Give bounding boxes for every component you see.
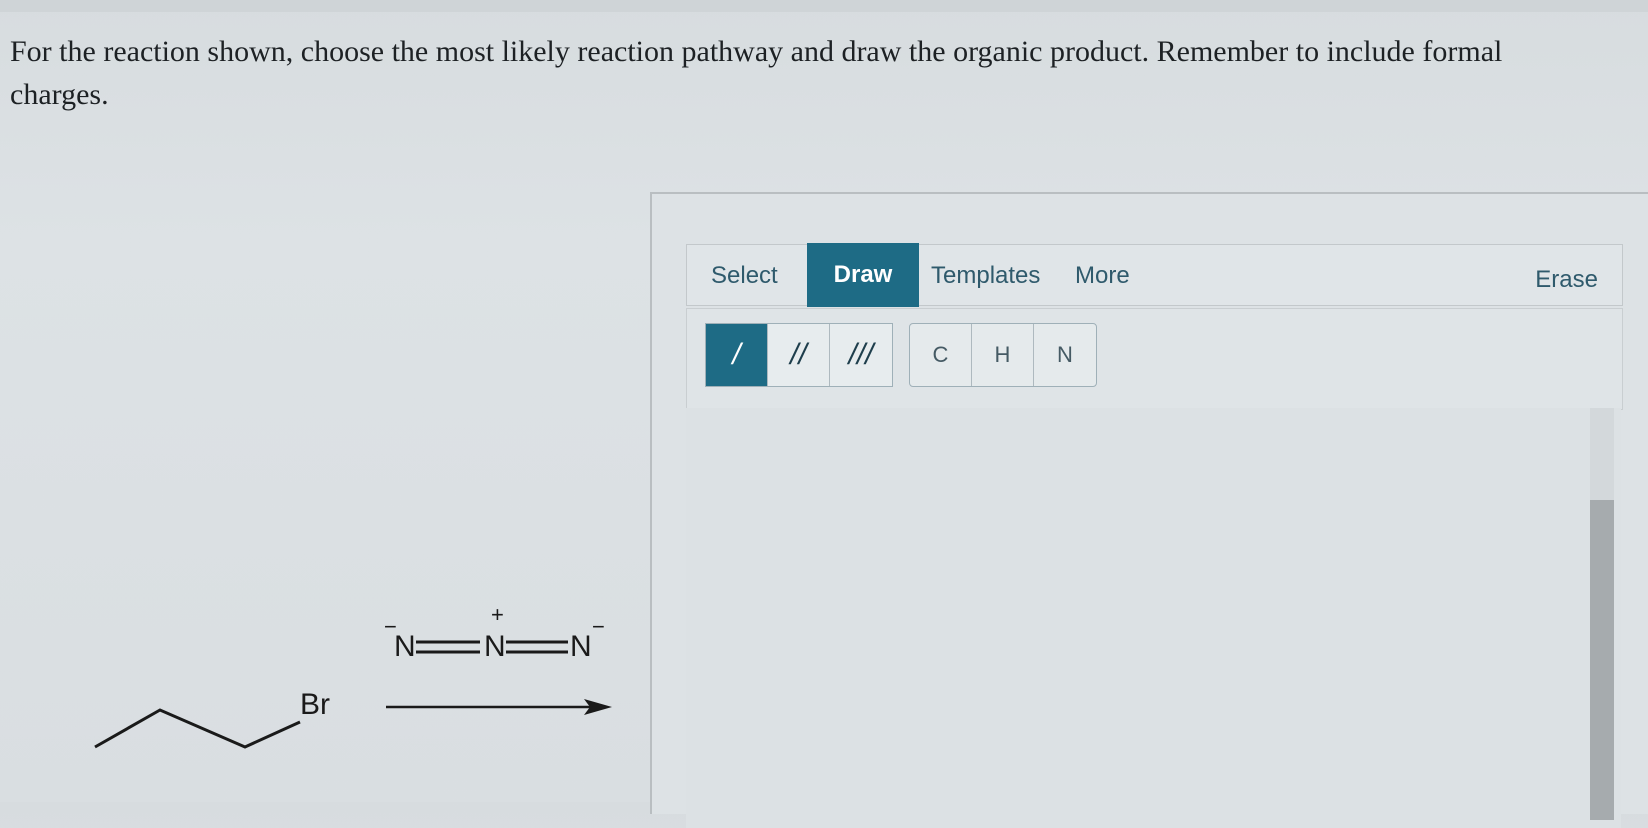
- drawing-widget: Select Draw Templates More Erase / // //…: [650, 192, 1648, 828]
- single-bond-button[interactable]: /: [706, 324, 768, 386]
- atom-n-button[interactable]: N: [1034, 324, 1096, 386]
- substrate-chain: [94, 708, 301, 749]
- triple-bond-button[interactable]: ///: [830, 324, 892, 386]
- drawing-toolbar: Select Draw Templates More Erase: [686, 243, 1623, 307]
- tab-more[interactable]: More: [1075, 245, 1130, 307]
- azide-center-charge: +: [491, 602, 504, 627]
- reaction-svg: Br N − N + N −: [94, 602, 612, 749]
- reaction-scheme: Br N − N + N −: [0, 600, 650, 802]
- tab-templates[interactable]: Templates: [931, 245, 1040, 307]
- substrate-br-label: Br: [300, 688, 330, 721]
- azide-left-n: N: [394, 630, 416, 663]
- double-bond-button[interactable]: //: [768, 324, 830, 386]
- tab-select[interactable]: Select: [711, 245, 778, 307]
- azide-left-charge: −: [384, 614, 397, 639]
- tab-draw[interactable]: Draw: [807, 243, 919, 307]
- canvas-scroll-track[interactable]: [1590, 408, 1614, 500]
- azide-right-charge: −: [592, 614, 605, 639]
- drawing-canvas[interactable]: [686, 408, 1621, 828]
- atom-c-button[interactable]: C: [910, 324, 972, 386]
- canvas-scrollbar[interactable]: [1590, 500, 1614, 820]
- question-text: For the reaction shown, choose the most …: [10, 35, 1503, 111]
- atom-h-button[interactable]: H: [972, 324, 1034, 386]
- azide-center-n: N: [484, 630, 506, 663]
- azide-right-n: N: [570, 630, 592, 663]
- atom-tool-group: C H N: [909, 323, 1097, 387]
- erase-button[interactable]: Erase: [1535, 249, 1598, 311]
- top-strip: [0, 0, 1648, 12]
- draw-tools-bar: / // /// C H N: [686, 308, 1623, 410]
- bond-tool-group: / // ///: [705, 323, 893, 387]
